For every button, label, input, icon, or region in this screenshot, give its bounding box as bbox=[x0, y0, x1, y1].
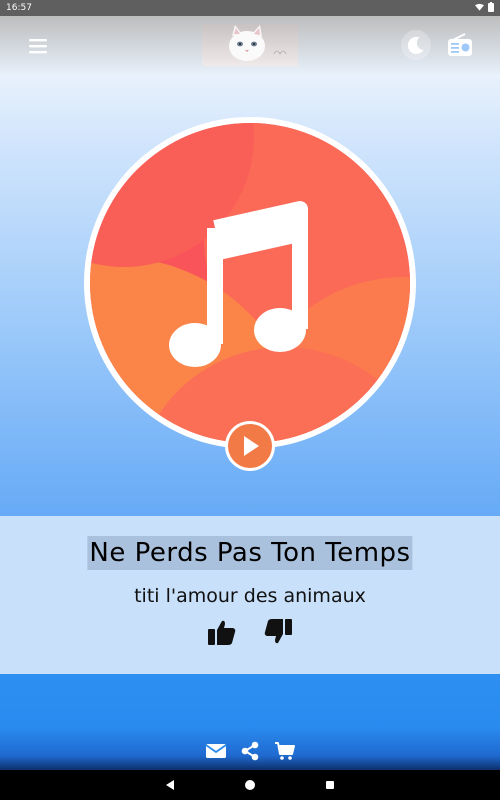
recents-icon[interactable] bbox=[323, 778, 337, 792]
play-icon bbox=[228, 424, 272, 468]
moon-icon bbox=[407, 36, 424, 54]
radio-icon bbox=[448, 33, 472, 56]
artist-name: titi l'amour des animaux bbox=[134, 585, 366, 607]
thumbs-up-icon bbox=[208, 620, 236, 645]
back-icon[interactable] bbox=[163, 778, 177, 792]
wifi-icon bbox=[475, 3, 484, 11]
status-bar: 16:57 bbox=[0, 0, 500, 16]
battery-icon bbox=[488, 2, 494, 12]
status-time: 16:57 bbox=[6, 3, 32, 13]
cart-button[interactable] bbox=[274, 741, 296, 761]
song-title: Ne Perds Pas Ton Temps bbox=[87, 536, 413, 570]
menu-button[interactable] bbox=[26, 34, 50, 58]
album-cover bbox=[84, 117, 416, 449]
status-icons bbox=[475, 2, 494, 12]
radio-button[interactable] bbox=[445, 30, 475, 60]
home-icon[interactable] bbox=[243, 778, 257, 792]
dislike-button[interactable] bbox=[263, 618, 293, 646]
hamburger-menu-icon bbox=[29, 39, 47, 54]
play-button[interactable] bbox=[225, 421, 275, 471]
night-mode-button[interactable] bbox=[401, 30, 431, 60]
cart-icon bbox=[275, 742, 295, 760]
thumbs-down-icon bbox=[264, 619, 292, 644]
share-button[interactable] bbox=[240, 741, 260, 761]
share-icon bbox=[241, 741, 259, 761]
email-button[interactable] bbox=[205, 742, 227, 760]
like-button[interactable] bbox=[207, 618, 237, 646]
cat-logo bbox=[202, 24, 298, 66]
app-logo bbox=[202, 24, 298, 66]
email-icon bbox=[205, 744, 227, 758]
